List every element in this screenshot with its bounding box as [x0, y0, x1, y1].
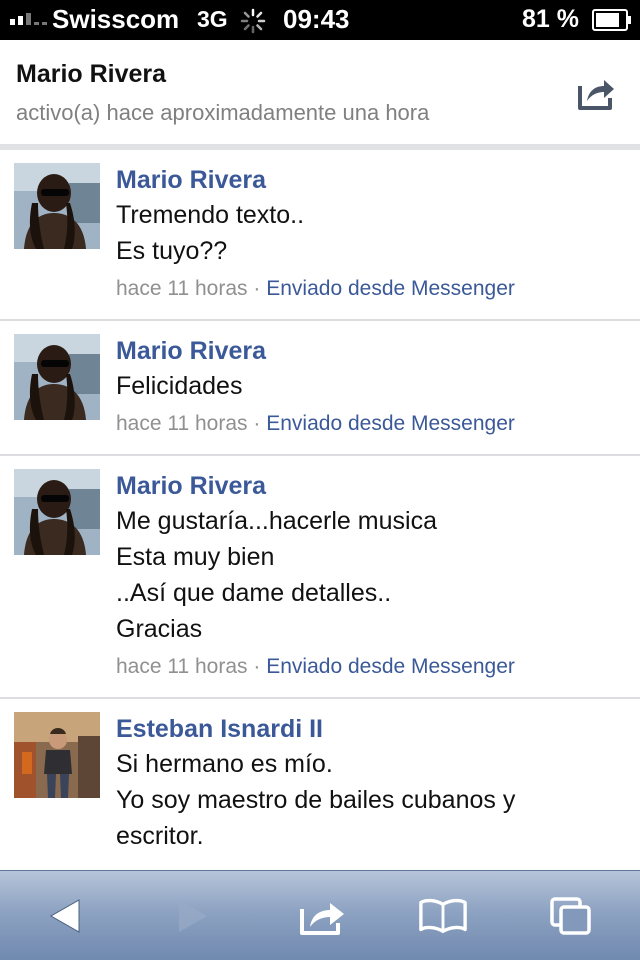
message-text-line: Si hermano es mío. — [116, 750, 333, 778]
activity-spinner-icon — [240, 8, 266, 34]
message-timestamp: hace 11 horas — [116, 655, 248, 678]
avatar[interactable] — [14, 334, 100, 420]
sender-name[interactable]: Mario Rivera — [116, 163, 628, 197]
status-bar: Swisscom 3G 09:43 81 % — [0, 0, 640, 40]
message-meta: hace 11 horas · Enviado desde Messenger — [116, 410, 628, 438]
message-item: Esteban Isnardi II Si hermano es mío. Yo… — [0, 699, 640, 870]
network-type: 3G — [197, 6, 228, 32]
avatar[interactable] — [14, 712, 100, 798]
browser-toolbar — [0, 870, 640, 960]
message-text-line: ..Así que dame detalles.. — [116, 579, 392, 607]
bookmarks-icon[interactable] — [418, 893, 468, 939]
contact-name: Mario Rivera — [16, 60, 167, 88]
message-source-link[interactable]: Enviado desde Messenger — [266, 412, 515, 435]
message-item: Mario Rivera Tremendo texto.. Es tuyo?? … — [0, 150, 640, 321]
message-timestamp: hace 11 horas — [116, 412, 248, 435]
contact-activity-status: activo(a) hace aproximadamente una hora — [16, 100, 430, 125]
message-source-link[interactable]: Enviado desde Messenger — [266, 277, 515, 300]
back-icon[interactable] — [40, 893, 90, 939]
battery-percentage: 81 % — [522, 5, 579, 33]
share-icon[interactable] — [298, 893, 348, 939]
conversation-header: Mario Rivera activo(a) hace aproximadame… — [0, 40, 640, 144]
message-text-line: escritor. — [116, 822, 204, 850]
sender-name[interactable]: Mario Rivera — [116, 469, 628, 503]
message-source-link[interactable]: Enviado desde Messenger — [266, 655, 515, 678]
battery-icon — [592, 9, 631, 31]
message-text-line: Felicidades — [116, 372, 243, 400]
forward-icon[interactable] — [168, 893, 218, 939]
message-text-line: Yo soy maestro de bailes cubanos y — [116, 786, 516, 814]
meta-separator: · — [253, 412, 261, 435]
share-icon[interactable] — [576, 72, 616, 112]
message-list: Mario Rivera Tremendo texto.. Es tuyo?? … — [0, 150, 640, 870]
message-meta: hace 11 horas · Enviado desde Messenger — [116, 275, 628, 303]
sender-name[interactable]: Esteban Isnardi II — [116, 712, 628, 746]
message-item: Mario Rivera Me gustaría...hacerle music… — [0, 456, 640, 699]
message-text-line: Me gustaría...hacerle musica — [116, 507, 437, 535]
meta-separator: · — [253, 655, 261, 678]
avatar[interactable] — [14, 469, 100, 555]
message-meta: hace 11 horas · Enviado desde Messenger — [116, 653, 628, 681]
message-text-line: Gracias — [116, 615, 203, 643]
message-text-line: Tremendo texto.. — [116, 201, 305, 229]
meta-separator: · — [253, 277, 261, 300]
message-timestamp: hace 11 horas — [116, 277, 248, 300]
message-item: Mario Rivera Felicidades hace 11 horas ·… — [0, 321, 640, 456]
signal-strength-icon — [10, 13, 47, 25]
sender-name[interactable]: Mario Rivera — [116, 334, 628, 368]
message-text-line: Esta muy bien — [116, 543, 275, 571]
clock: 09:43 — [283, 4, 350, 34]
tabs-icon[interactable] — [546, 893, 596, 939]
message-text-line: Es tuyo?? — [116, 237, 228, 265]
carrier-name: Swisscom — [52, 4, 180, 34]
avatar[interactable] — [14, 163, 100, 249]
